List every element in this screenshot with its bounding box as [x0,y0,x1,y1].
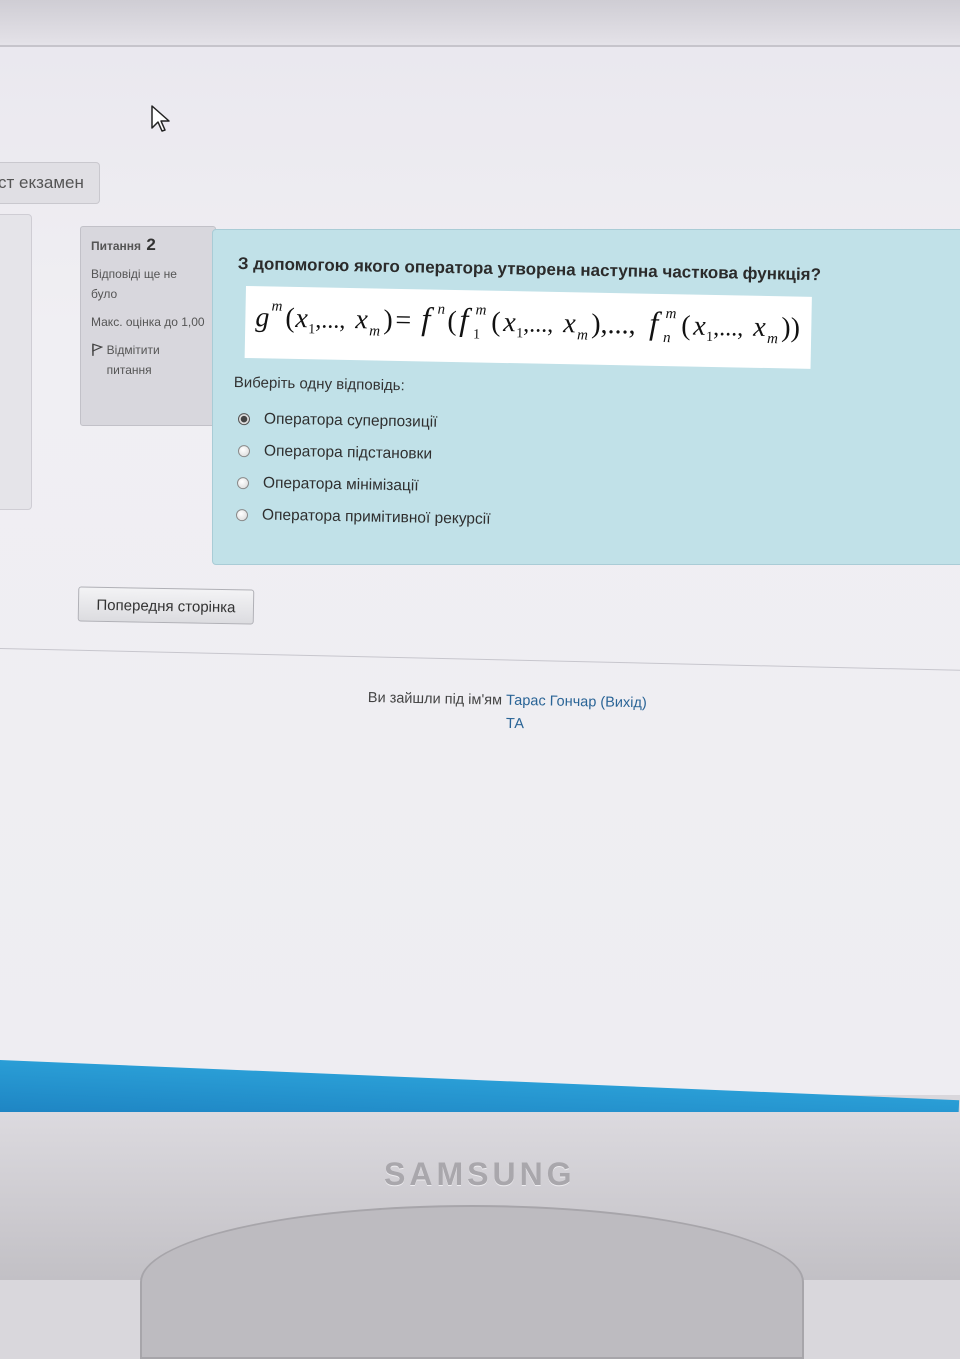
svg-text:m: m [577,327,588,343]
svg-text:1: 1 [473,327,480,342]
login-prefix: Ви зайшли під ім'ям [367,690,503,709]
svg-text:m: m [369,323,380,339]
answer-label-1: Оператора суперпозиції [263,410,438,431]
svg-text:x: x [752,312,767,343]
quiz-navigation-panel [0,214,32,510]
svg-text:(: ( [681,310,691,341]
formula-svg: g m ( x 1 ,..., x m ) = f n ( f 1 m ( x … [255,298,800,347]
mouse-cursor-icon [151,105,170,132]
answer-option-3[interactable]: Оператора мінімізації [236,474,419,495]
svg-text:x: x [502,307,517,338]
question-label: Питання [91,239,142,253]
svg-text:)): )) [781,312,800,343]
svg-text:(: ( [447,306,457,337]
svg-text:,...,: ,..., [523,311,553,338]
svg-text:,...,: ,..., [315,307,345,334]
svg-text:(: ( [285,303,295,334]
answer-radio-3[interactable] [236,477,250,490]
browser-top-bar [0,0,960,47]
user-name-link[interactable]: Тарас Гончар [506,693,597,711]
svg-text:x: x [294,303,309,334]
svg-text:f: f [649,305,663,341]
svg-text:n: n [437,302,445,318]
svg-text:),...,: ),..., [591,309,636,341]
svg-text:n: n [663,330,671,346]
svg-text:x: x [354,304,369,335]
svg-text:(: ( [491,307,501,338]
logout-link[interactable]: (Вихід) [600,694,647,711]
monitor-stand [140,1205,804,1359]
svg-text:m: m [767,331,778,347]
answer-option-2[interactable]: Оператора підстановки [237,442,433,464]
svg-text:=: = [395,305,411,336]
flag-question-label: Відмітити питання [106,343,160,377]
footer-divider [0,648,960,672]
login-info: Ви зайшли під ім'ям Тарас Гончар (Вихід) [368,690,647,711]
screen: ст екзамен Питання 2 Відповіді ще не бул… [0,0,960,1095]
answer-radio-4[interactable] [235,509,249,522]
question-info-box: Питання 2 Відповіді ще не було Макс. оці… [80,226,216,426]
breadcrumb-label: ст екзамен [0,173,84,192]
flag-icon [92,343,103,356]
breadcrumb-tab[interactable]: ст екзамен [0,162,100,204]
answer-radio-1[interactable] [237,413,251,426]
answer-label-2: Оператора підстановки [263,442,433,463]
monitor-brand-logo: SAMSUNG [384,1156,576,1192]
flag-question-link[interactable]: Відмітити питання [91,340,205,380]
svg-text:x: x [692,311,707,342]
svg-text:m: m [665,306,676,322]
svg-text:,...,: ,..., [713,315,743,342]
svg-text:f: f [459,301,473,337]
svg-text:f: f [421,300,435,336]
formula-image: g m ( x 1 ,..., x m ) = f n ( f 1 m ( x … [244,286,812,369]
footer-extra-link[interactable]: ТА [506,716,524,732]
answer-label-3: Оператора мінімізації [262,474,419,495]
svg-text:): ) [383,305,393,336]
choose-answer-prompt: Виберіть одну відповідь: [233,374,405,395]
svg-text:m: m [475,302,486,318]
question-max-mark: Макс. оцінка до 1,00 [91,315,205,329]
question-number: 2 [146,235,156,254]
answer-radio-2[interactable] [237,445,251,458]
svg-text:g: g [255,302,270,333]
answer-option-1[interactable]: Оператора суперпозиції [237,410,438,432]
question-status: Відповіді ще не було [91,267,177,301]
svg-text:x: x [562,308,577,339]
svg-text:m: m [271,298,282,314]
previous-page-button[interactable]: Попередня сторінка [77,586,255,625]
